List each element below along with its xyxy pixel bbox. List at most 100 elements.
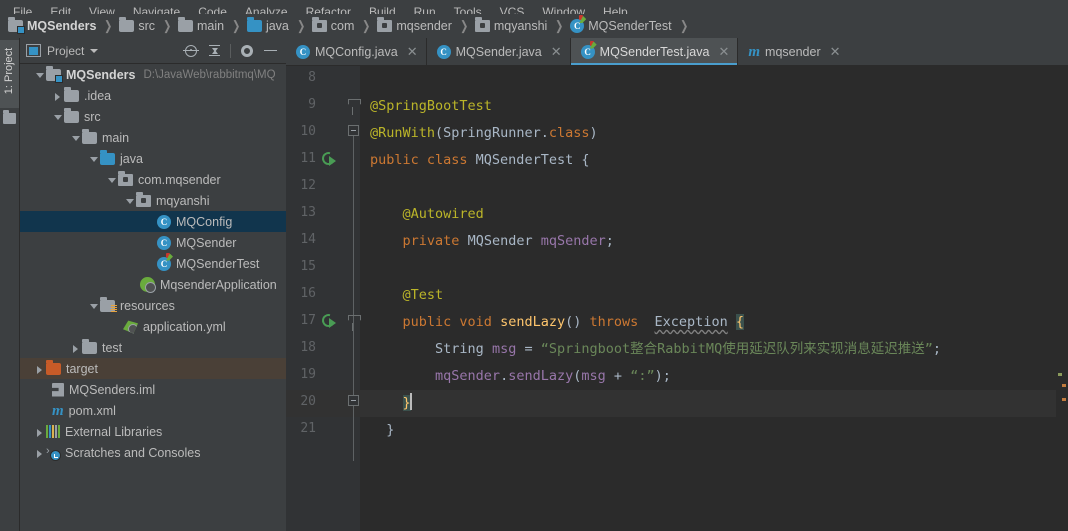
expand-arrow-icon[interactable] — [52, 89, 64, 103]
code-line-10: @RunWith(SpringRunner.class) — [370, 125, 598, 141]
expand-arrow-icon[interactable] — [124, 194, 136, 208]
tree-node-external-libraries[interactable]: External Libraries — [20, 421, 286, 442]
code-viewport[interactable]: 8 9 10 11 12 13 14 15 16 17 18 19 20 21 … — [286, 66, 1068, 531]
editor-gutter[interactable]: 8 9 10 11 12 13 14 15 16 17 18 19 20 21 — [286, 66, 360, 531]
code-line-9: @SpringBootTest — [370, 98, 492, 114]
menu-run[interactable]: Run — [405, 6, 445, 15]
expand-arrow-icon[interactable] — [70, 131, 82, 145]
collapse-all-button[interactable] — [204, 41, 224, 61]
editor-scrollbar[interactable] — [1056, 66, 1068, 531]
menu-file[interactable]: File — [4, 6, 41, 15]
tree-node-mqsendertest[interactable]: C MQSenderTest — [20, 252, 286, 274]
code-line-13: @Autowired — [402, 206, 484, 222]
code-line-14: private MQSender mqSender; — [402, 233, 614, 249]
menu-refactor[interactable]: Refactor — [297, 6, 360, 15]
tree-node-scratches[interactable]: › Scratches and Consoles — [20, 442, 286, 463]
tree-node-idea[interactable]: .idea — [20, 85, 286, 106]
menu-view[interactable]: View — [80, 6, 124, 15]
code-line-19: mqSender.sendLazy(msg + “:”); — [435, 368, 671, 384]
test-class-icon: C — [570, 15, 585, 33]
tab-mqconfig-java[interactable]: C MQConfig.java ✕ — [286, 38, 426, 65]
close-icon[interactable]: ✕ — [407, 45, 418, 58]
libraries-icon — [46, 425, 60, 438]
breadcrumb-separator: ❯ — [104, 18, 113, 33]
menu-window[interactable]: Window — [533, 6, 594, 15]
breadcrumb-item-main[interactable]: main — [177, 14, 224, 38]
tree-node-target[interactable]: target — [20, 358, 286, 379]
tree-node-application-yml[interactable]: application.yml — [20, 316, 286, 337]
tool-button-project[interactable]: 1: Project — [0, 40, 19, 108]
tree-node-iml[interactable]: MQSenders.iml — [20, 379, 286, 400]
fold-marker-method[interactable] — [348, 314, 359, 331]
close-icon[interactable]: ✕ — [830, 45, 841, 58]
tree-node-java[interactable]: java — [20, 148, 286, 169]
module-folder-icon — [8, 17, 25, 34]
tree-node-mqsenderapplication[interactable]: MqsenderApplication — [20, 274, 286, 295]
tab-mqsendertest-java[interactable]: C MQSenderTest.java ✕ — [570, 38, 738, 65]
fold-marker-class[interactable] — [348, 125, 359, 136]
breadcrumb-separator: ❯ — [232, 18, 241, 33]
test-class-icon: C — [157, 252, 171, 271]
menu-code[interactable]: Code — [189, 6, 236, 15]
breadcrumb-item-class[interactable]: C MQSenderTest — [570, 14, 672, 38]
close-icon[interactable]: ✕ — [551, 45, 562, 58]
menu-vcs[interactable]: VCS — [491, 6, 534, 15]
package-icon — [136, 191, 151, 207]
settings-gear-button[interactable] — [237, 41, 257, 61]
project-tree[interactable]: MQSenders D:\JavaWeb\rabbitmq\MQ .idea s… — [20, 64, 286, 531]
code-text[interactable]: @SpringBootTest @RunWith(SpringRunner.cl… — [360, 66, 1068, 531]
breadcrumb-separator: ❯ — [460, 18, 469, 33]
breadcrumb-item-java[interactable]: java — [246, 14, 289, 38]
chevron-down-icon[interactable] — [90, 48, 99, 53]
locate-file-button[interactable] — [181, 41, 201, 61]
menu-navigate[interactable]: Navigate — [124, 6, 189, 15]
tree-node-resources[interactable]: resources — [20, 295, 286, 316]
project-panel: Project MQSenders D:\JavaWeb\rabbitmq\MQ — [20, 38, 286, 531]
expand-arrow-icon[interactable] — [34, 68, 46, 82]
class-icon: C — [296, 44, 310, 59]
hide-panel-button[interactable] — [260, 41, 280, 61]
tab-mqsender-java[interactable]: C MQSender.java ✕ — [426, 38, 570, 65]
menu-help[interactable]: Help — [594, 6, 637, 15]
tree-node-src[interactable]: src — [20, 106, 286, 127]
class-icon: C — [436, 44, 451, 59]
expand-arrow-icon[interactable] — [70, 341, 82, 355]
expand-arrow-icon[interactable] — [52, 110, 64, 124]
class-icon: C — [157, 235, 171, 250]
expand-arrow-icon[interactable] — [34, 446, 46, 460]
expand-arrow-icon[interactable] — [34, 425, 46, 439]
breadcrumb-item-project[interactable]: MQSenders — [8, 14, 96, 38]
structure-icon[interactable] — [3, 110, 16, 124]
folder-icon — [177, 17, 193, 32]
expand-arrow-icon[interactable] — [34, 362, 46, 376]
menu-edit[interactable]: Edit — [41, 6, 80, 15]
run-method-icon[interactable] — [319, 311, 338, 330]
spring-boot-class-icon — [140, 277, 156, 293]
menu-analyze[interactable]: Analyze — [236, 6, 297, 15]
scratches-icon: › — [46, 446, 61, 461]
tree-node-pom[interactable]: m pom.xml — [20, 400, 286, 421]
fold-marker-annotation[interactable] — [348, 98, 359, 115]
menu-bar[interactable]: File Edit View Navigate Code Analyze Ref… — [0, 0, 1068, 14]
tree-node-main[interactable]: main — [20, 127, 286, 148]
tab-mqsender-pom[interactable]: m mqsender ✕ — [738, 38, 849, 65]
tree-node-mqsenders[interactable]: MQSenders D:\JavaWeb\rabbitmq\MQ — [20, 64, 286, 85]
fold-marker-method-end[interactable] — [348, 395, 359, 406]
tree-node-com-mqsender[interactable]: com.mqsender — [20, 169, 286, 190]
tree-node-test[interactable]: test — [20, 337, 286, 358]
breadcrumb-item-mqsender[interactable]: mqsender — [377, 14, 452, 38]
expand-arrow-icon[interactable] — [88, 299, 100, 313]
fold-column[interactable] — [346, 66, 360, 531]
tree-node-mqconfig[interactable]: C MQConfig — [20, 211, 286, 232]
tree-node-mqyanshi[interactable]: mqyanshi — [20, 190, 286, 211]
run-class-icon[interactable] — [319, 149, 338, 168]
close-icon[interactable]: ✕ — [718, 45, 729, 58]
breadcrumb-item-com[interactable]: com — [311, 14, 354, 38]
tree-node-mqsender-class[interactable]: C MQSender — [20, 232, 286, 253]
expand-arrow-icon[interactable] — [106, 173, 118, 187]
breadcrumb-item-src[interactable]: src — [119, 14, 155, 38]
breadcrumb-item-mqyanshi[interactable]: mqyanshi — [474, 14, 547, 38]
menu-build[interactable]: Build — [360, 6, 405, 15]
expand-arrow-icon[interactable] — [88, 152, 100, 166]
menu-tools[interactable]: Tools — [445, 6, 491, 15]
